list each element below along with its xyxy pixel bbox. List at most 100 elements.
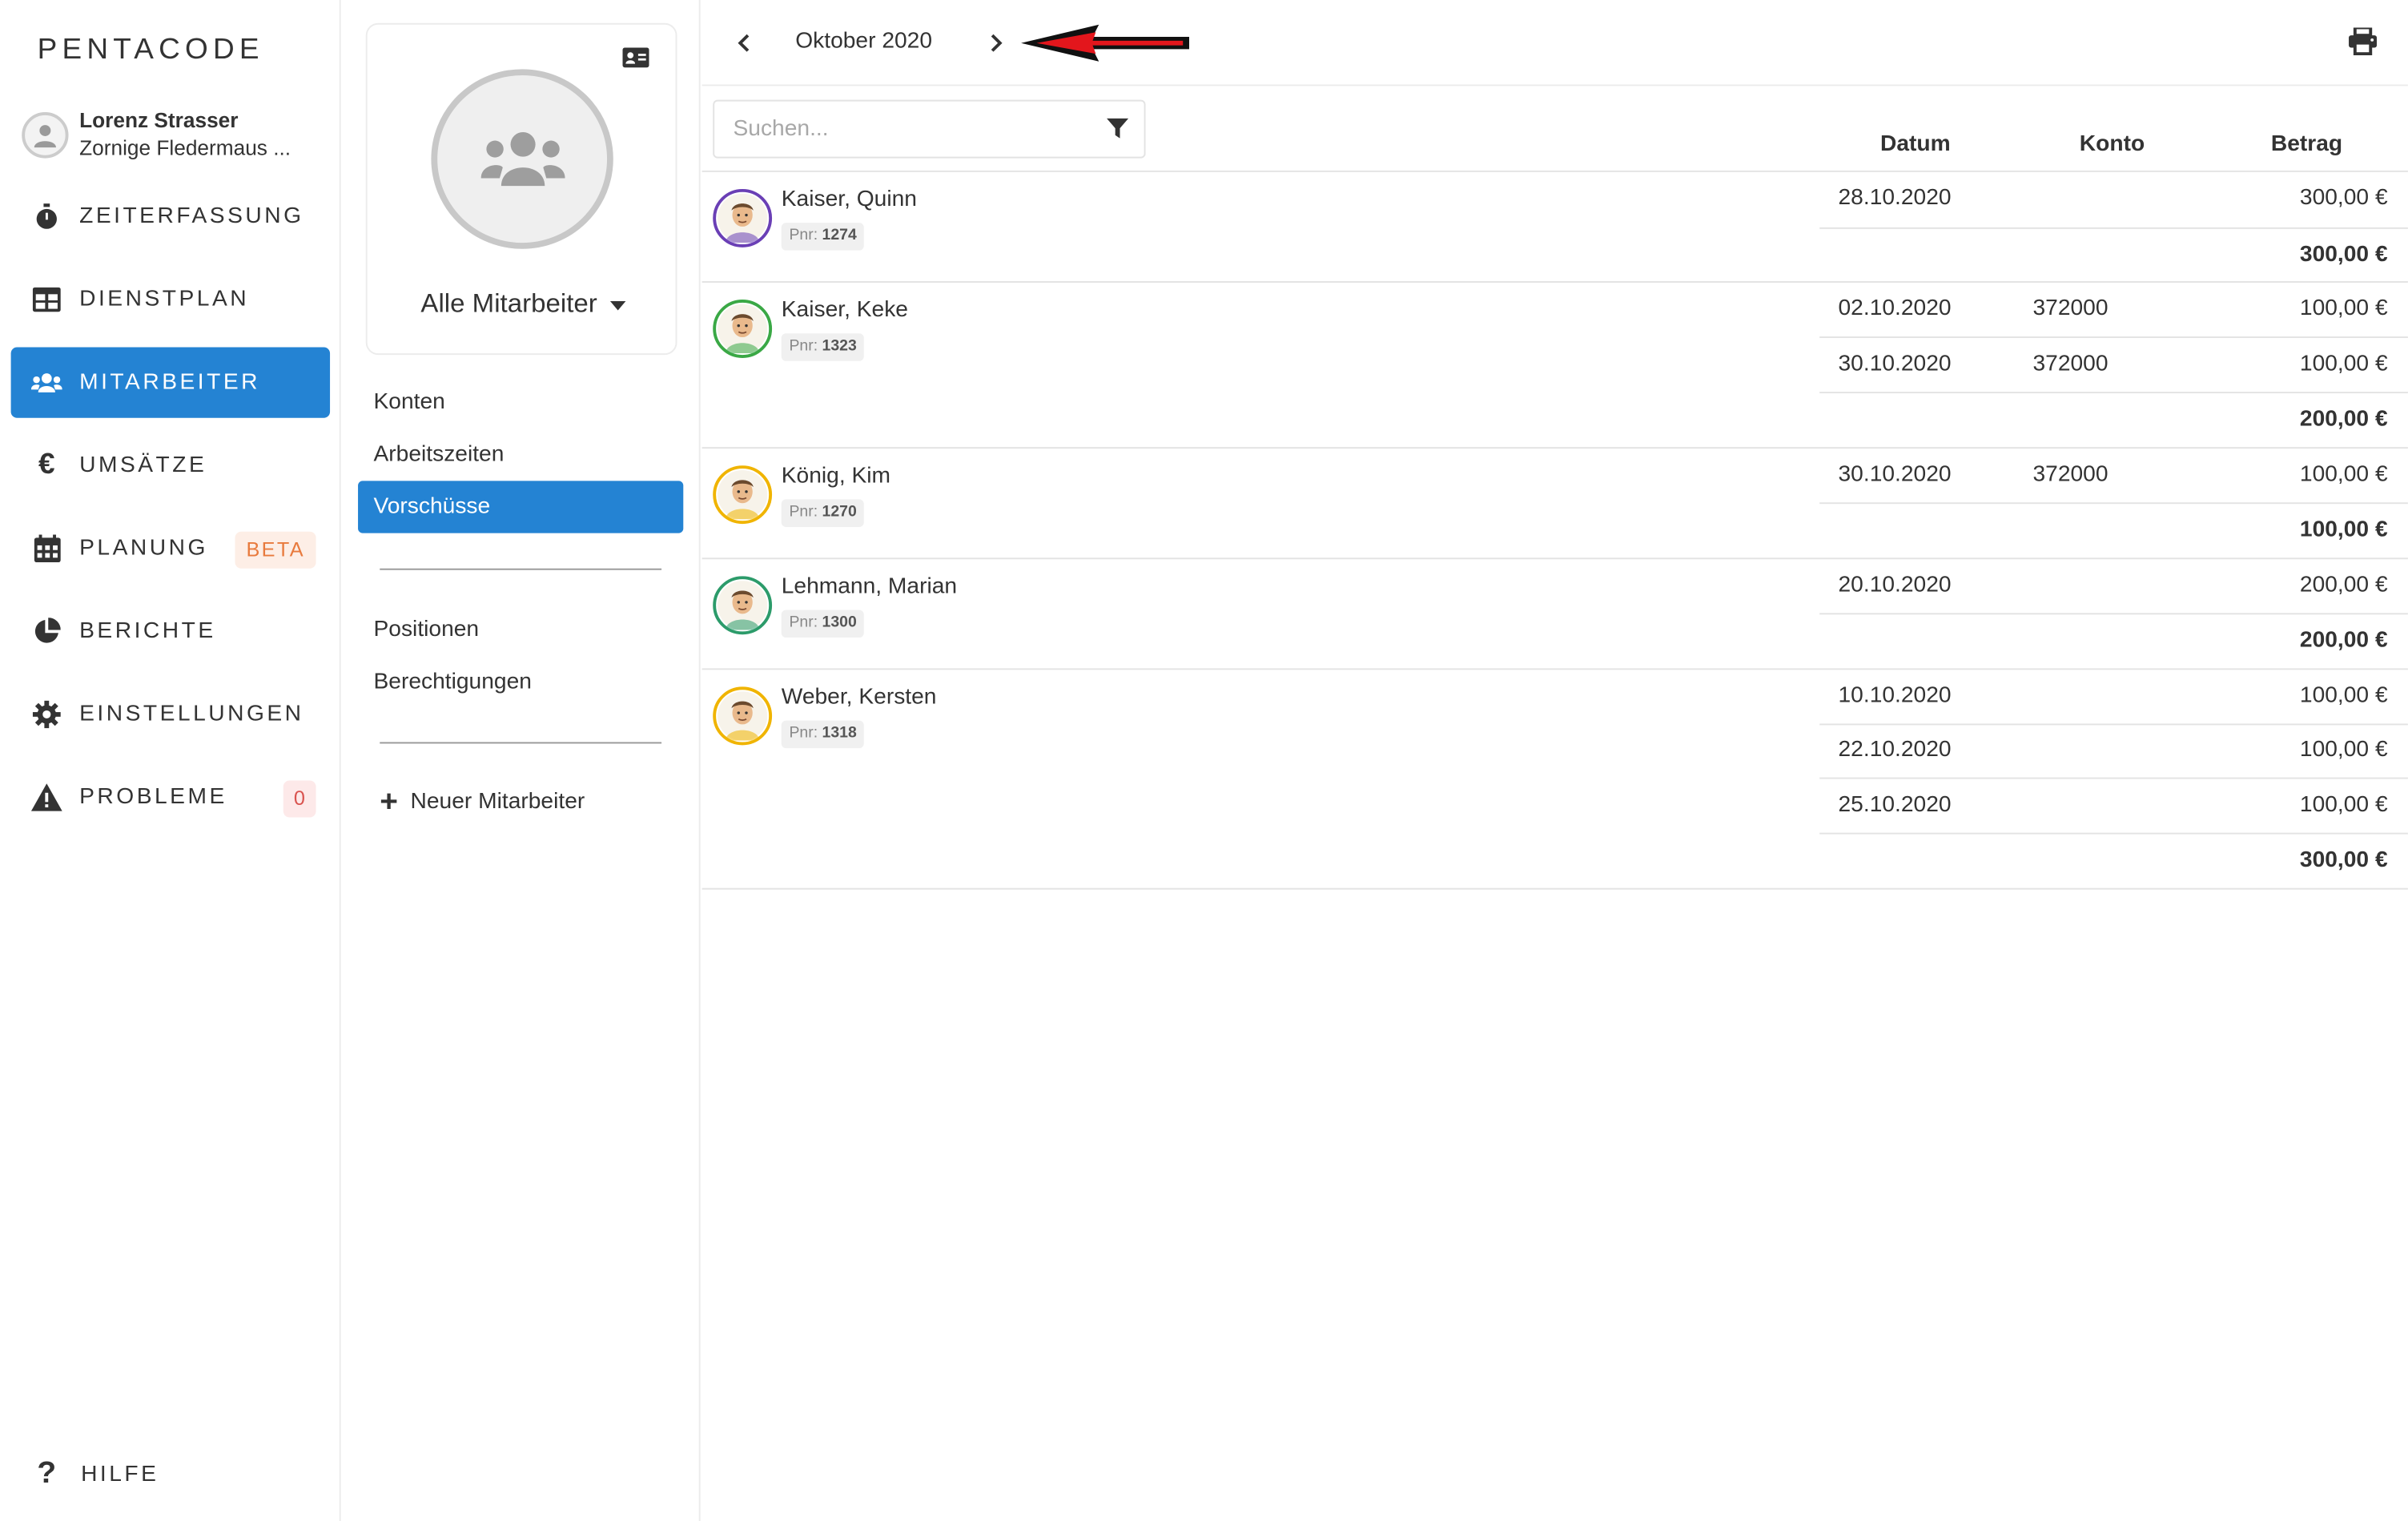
employee-avatar[interactable] [713, 465, 773, 524]
chevron-left-icon [738, 34, 750, 52]
advance-total: 100,00 € [2299, 517, 2388, 543]
new-employee-label: Neuer Mitarbeiter [410, 789, 585, 815]
users-icon [480, 131, 565, 186]
advance-amount: 100,00 € [2299, 682, 2388, 708]
euro-icon: € [38, 449, 55, 481]
calendar-icon [31, 533, 62, 564]
column-header-datum[interactable]: Datum [1880, 132, 1951, 157]
pie-chart-icon [31, 616, 62, 646]
search-input[interactable] [714, 101, 1073, 157]
pnr-label: Pnr: [789, 227, 822, 244]
users-icon [30, 367, 62, 397]
employee-avatar-image [718, 304, 768, 354]
submenu-item-vorschuesse[interactable]: Vorschüsse [358, 481, 684, 533]
print-button[interactable] [2349, 26, 2378, 63]
filter-icon[interactable] [1106, 118, 1129, 147]
employee-group: Kaiser, Keke Pnr: 1323 02.10.2020 372000 100… [701, 283, 2408, 449]
pnr-label: Pnr: [789, 338, 822, 356]
employee-name[interactable]: Weber, Kersten [782, 685, 937, 710]
employee-name[interactable]: Kaiser, Keke [782, 298, 908, 323]
employee-avatar[interactable] [713, 686, 773, 745]
pnr-label: Pnr: [789, 614, 822, 631]
advance-date: 22.10.2020 [1838, 737, 1952, 763]
employee-avatar-image [718, 193, 768, 243]
printer-icon [2349, 26, 2378, 56]
employee-selector-card: Alle Mitarbeiter [365, 22, 679, 356]
warning-icon [30, 782, 62, 812]
advance-date: 02.10.2020 [1838, 296, 1952, 321]
advance-row[interactable]: 20.10.2020 200,00 € [1819, 558, 2408, 614]
advance-row[interactable]: 22.10.2020 100,00 € [1819, 723, 2408, 779]
submenu-item-berechtigungen[interactable]: Berechtigungen [358, 656, 683, 708]
app-logo: PENTACODE [37, 34, 264, 66]
advance-total-row: 100,00 € [1819, 502, 2408, 557]
advance-row[interactable]: 28.10.2020 300,00 € [1819, 172, 2408, 227]
user-avatar [22, 112, 69, 159]
advance-row[interactable]: 10.10.2020 100,00 € [1819, 669, 2408, 725]
nav-item-dienstplan[interactable]: DIENSTPLAN [11, 264, 330, 335]
caret-down-icon [609, 300, 625, 310]
employee-name[interactable]: Kaiser, Quinn [782, 187, 917, 212]
column-header-konto[interactable]: Konto [2080, 132, 2145, 157]
nav-item-einstellungen[interactable]: EINSTELLUNGEN [11, 679, 330, 750]
nav-item-mitarbeiter[interactable]: MITARBEITER [10, 347, 331, 418]
nav-item-umsaetze[interactable]: € UMSÄTZE [11, 430, 330, 501]
advance-row[interactable]: 02.10.2020 372000 100,00 € [1819, 283, 2408, 339]
user-profile[interactable]: Lorenz Strasser Zornige Fledermaus ... [22, 107, 291, 163]
question-icon: ? [37, 1456, 57, 1491]
help-link[interactable]: ? HILFE [31, 1456, 159, 1491]
pnr-value: 1323 [822, 338, 857, 356]
pnr-label: Pnr: [789, 724, 822, 742]
nav-item-planung[interactable]: PLANUNG BETA [11, 513, 330, 584]
employee-panel: Alle Mitarbeiter Konten Arbeitszeiten Vo… [343, 0, 701, 1521]
advance-amount: 100,00 € [2299, 351, 2388, 376]
plus-icon: + [380, 785, 398, 819]
personnel-number-badge: Pnr: 1300 [781, 609, 865, 638]
advance-date: 10.10.2020 [1838, 682, 1952, 708]
personnel-number-badge: Pnr: 1323 [781, 333, 865, 361]
pnr-value: 1318 [822, 724, 857, 742]
employee-filter-dropdown[interactable]: Alle Mitarbeiter [368, 289, 679, 320]
advance-total-row: 200,00 € [1819, 613, 2408, 668]
nav-label: DIENSTPLAN [79, 287, 250, 312]
main-nav: ZEITERFASSUNG DIENSTPLAN MITARBEITER € U… [10, 181, 331, 845]
column-header-betrag[interactable]: Betrag [2271, 132, 2342, 157]
advance-row[interactable]: 30.10.2020 372000 100,00 € [1819, 448, 2408, 503]
submenu-item-positionen[interactable]: Positionen [358, 604, 683, 656]
advance-date: 20.10.2020 [1838, 572, 1952, 598]
advance-amount: 100,00 € [2299, 296, 2388, 321]
personnel-number-badge: Pnr: 1318 [781, 719, 865, 748]
advance-date: 25.10.2020 [1838, 791, 1952, 817]
advance-total: 300,00 € [2299, 242, 2388, 267]
submenu-item-arbeitszeiten[interactable]: Arbeitszeiten [358, 429, 683, 481]
gear-icon [31, 699, 62, 730]
advance-total-row: 200,00 € [1819, 392, 2408, 447]
employee-avatar[interactable] [713, 575, 773, 634]
pnr-value: 1270 [822, 503, 857, 521]
employee-name[interactable]: Lehmann, Marian [782, 573, 957, 598]
employee-avatar[interactable] [713, 188, 773, 247]
stopwatch-icon [31, 201, 62, 231]
divider [380, 742, 662, 744]
nav-item-probleme[interactable]: PROBLEME 0 [11, 762, 330, 832]
employee-name[interactable]: König, Kim [782, 463, 890, 488]
previous-month-button[interactable] [729, 28, 760, 58]
submenu-group-1: Konten Arbeitszeiten Vorschüsse [358, 376, 684, 533]
submenu-item-konten[interactable]: Konten [358, 376, 683, 429]
nav-item-berichte[interactable]: BERICHTE [11, 596, 330, 666]
beta-badge: BETA [235, 531, 316, 569]
pnr-label: Pnr: [789, 503, 822, 521]
advance-account: 372000 [2032, 351, 2109, 376]
contact-card-icon[interactable] [622, 47, 649, 75]
nav-label: UMSÄTZE [79, 453, 207, 478]
advance-row[interactable]: 25.10.2020 100,00 € [1819, 779, 2408, 834]
next-month-button[interactable] [981, 28, 1012, 58]
employee-avatar[interactable] [713, 300, 773, 358]
advances-view: Oktober 2020 Datum Konto Betrag Kaiser, … [701, 0, 2408, 1521]
advance-row[interactable]: 30.10.2020 372000 100,00 € [1819, 337, 2408, 392]
personnel-number-badge: Pnr: 1270 [781, 498, 865, 526]
nav-item-zeiterfassung[interactable]: ZEITERFASSUNG [11, 181, 330, 251]
nav-label: PROBLEME [79, 785, 227, 810]
nav-label: EINSTELLUNGEN [79, 702, 304, 727]
new-employee-button[interactable]: + Neuer Mitarbeiter [380, 787, 585, 817]
